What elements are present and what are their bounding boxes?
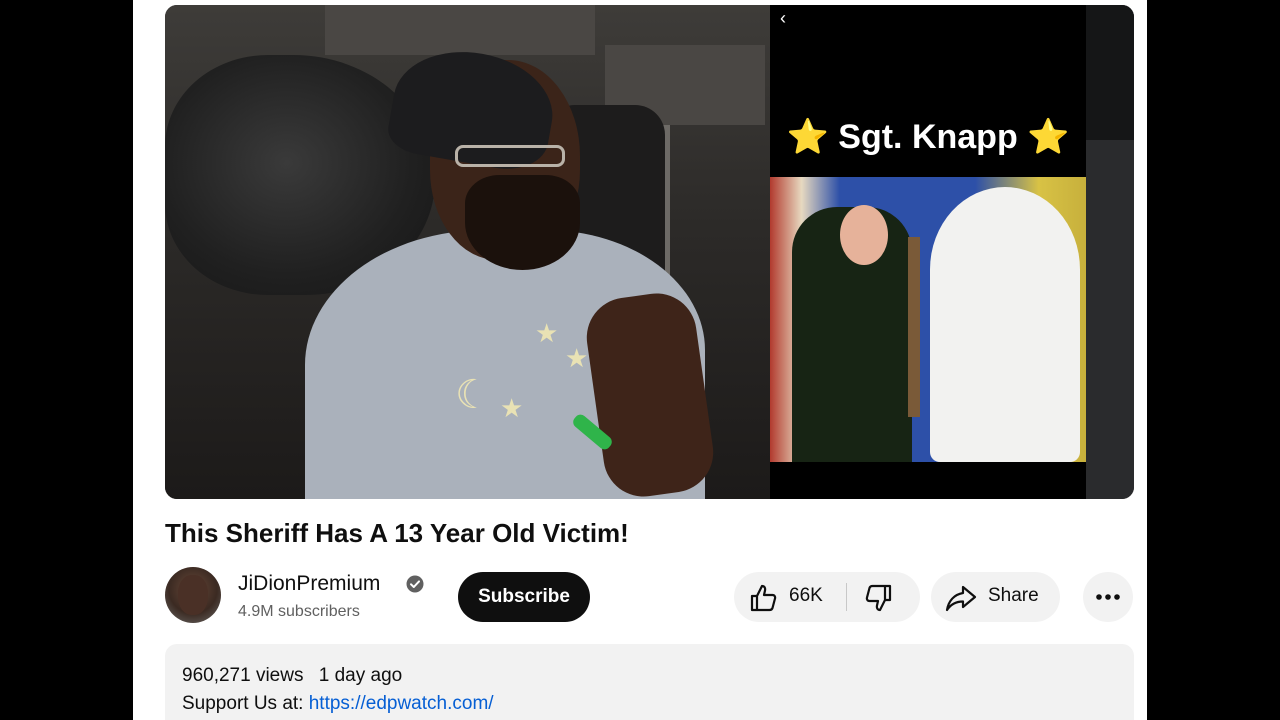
video-frame-edge [1086, 5, 1134, 499]
shirt-star-print: ★ [500, 393, 524, 423]
description-support-line: Support Us at: https://edpwatch.com/ [182, 693, 494, 715]
overlay-banner-text: ⭐ Sgt. Knapp ⭐ [786, 118, 1070, 156]
overlay-screenshot-panel: ‹ ⭐ Sgt. Knapp ⭐ [770, 5, 1086, 499]
streamer-glasses [455, 145, 565, 167]
watch-page: ★ ★ ★ ☾ ‹ ⭐ Sgt. Knapp ⭐ This Sheriff Ha… [133, 0, 1147, 720]
overlay-photo [770, 177, 1086, 462]
photo-white-robe [930, 187, 1080, 462]
share-label: Share [988, 585, 1039, 606]
support-prefix: Support Us at: [182, 693, 309, 714]
kitchen-cabinet [325, 5, 595, 55]
dislike-button[interactable] [847, 572, 920, 622]
avatar-face [178, 575, 208, 615]
like-button[interactable]: 66K [734, 572, 845, 622]
photo-officer-head [840, 205, 888, 265]
shirt-star-print: ★ [565, 343, 589, 373]
like-dislike-group: 66K [734, 572, 920, 622]
video-frame-streamer: ★ ★ ★ ☾ [165, 5, 770, 499]
channel-name[interactable]: JiDionPremium [238, 572, 380, 596]
video-player[interactable]: ★ ★ ★ ☾ ‹ ⭐ Sgt. Knapp ⭐ [165, 5, 1134, 499]
whiteboard [1086, 5, 1134, 140]
share-button[interactable]: Share [931, 572, 1060, 622]
channel-avatar[interactable] [165, 567, 221, 623]
photo-torch [908, 237, 920, 417]
subscriber-count: 4.9M subscribers [238, 603, 360, 620]
more-actions-button[interactable] [1083, 572, 1133, 622]
shirt-star-print: ★ [535, 318, 559, 348]
video-title: This Sheriff Has A 13 Year Old Victim! [165, 518, 629, 548]
verified-check-icon [406, 575, 424, 593]
view-count: 960,271 views [182, 665, 304, 686]
shirt-moon-print: ☾ [455, 373, 491, 417]
description-meta: 960,271 views 1 day ago [182, 665, 412, 687]
like-count: 66K [789, 585, 823, 606]
subscribe-button[interactable]: Subscribe [458, 572, 590, 622]
streamer-beard [465, 175, 580, 270]
overlay-back-icon: ‹ [780, 8, 786, 28]
upload-age: 1 day ago [318, 665, 403, 686]
description-box[interactable]: 960,271 views 1 day ago Support Us at: h… [165, 644, 1134, 720]
support-link[interactable]: https://edpwatch.com/ [309, 693, 494, 714]
